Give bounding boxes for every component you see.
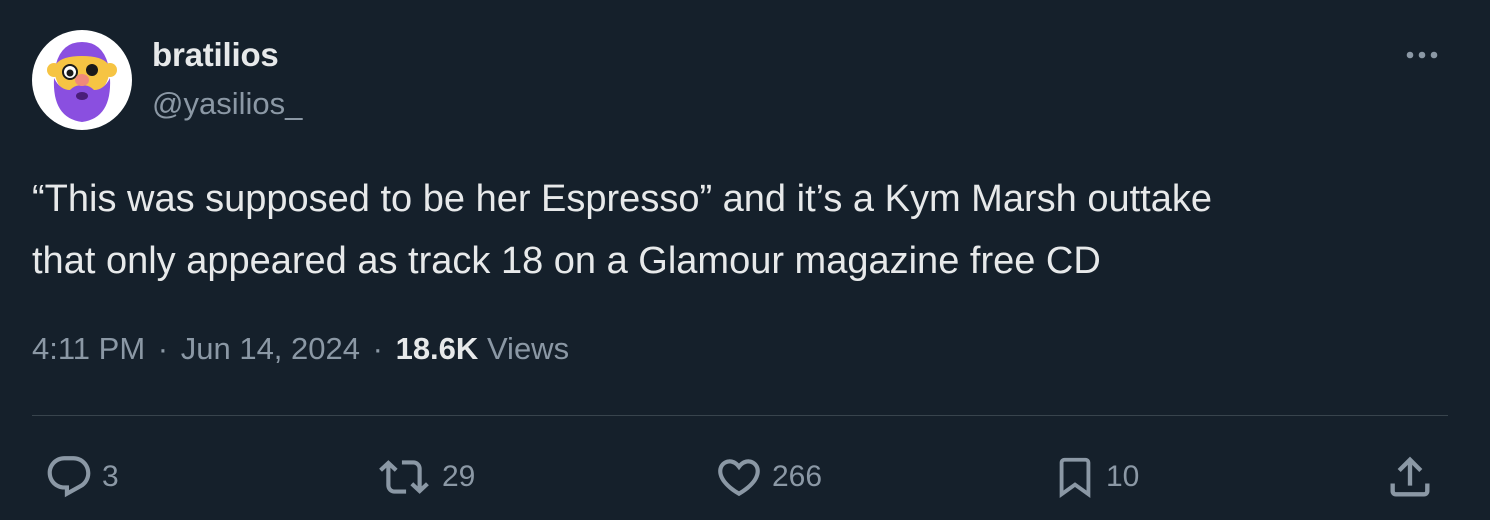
- reply-button[interactable]: 3: [44, 450, 119, 504]
- tweet-text: “This was supposed to be her Espresso” a…: [32, 178, 1212, 282]
- views-label: Views: [486, 331, 570, 366]
- retweet-count: 29: [442, 460, 476, 493]
- tweet-meta: 4:11 PM · Jun 14, 2024 · 18.6K Views: [32, 331, 569, 367]
- share-button[interactable]: [1384, 450, 1436, 504]
- reply-icon: [44, 452, 94, 502]
- meta-separator: ·: [372, 331, 383, 366]
- heart-icon: [714, 452, 764, 502]
- more-options-button[interactable]: [1398, 40, 1446, 70]
- author-display-name[interactable]: bratilios: [152, 36, 279, 74]
- more-dots-icon: [1406, 51, 1438, 59]
- views-count[interactable]: 18.6K: [396, 331, 479, 366]
- author-handle[interactable]: @yasilios_: [152, 86, 302, 122]
- reply-count: 3: [102, 460, 119, 493]
- divider: [32, 415, 1448, 416]
- tweet-time[interactable]: 4:11 PM: [32, 331, 145, 366]
- avatar[interactable]: [32, 30, 132, 130]
- bookmark-button[interactable]: 10: [1052, 450, 1139, 504]
- like-button[interactable]: 266: [714, 450, 822, 504]
- retweet-button[interactable]: 29: [374, 450, 475, 504]
- avatar-illustration: [47, 42, 117, 122]
- share-icon: [1384, 451, 1436, 503]
- like-count: 266: [772, 460, 823, 493]
- meta-separator: ·: [157, 331, 169, 366]
- tweet-date[interactable]: Jun 14, 2024: [181, 331, 360, 366]
- bookmark-count: 10: [1106, 460, 1140, 493]
- bookmark-icon: [1052, 450, 1098, 504]
- retweet-icon: [374, 452, 434, 502]
- tweet-card: bratilios @yasilios_ “This was supposed …: [0, 0, 1490, 520]
